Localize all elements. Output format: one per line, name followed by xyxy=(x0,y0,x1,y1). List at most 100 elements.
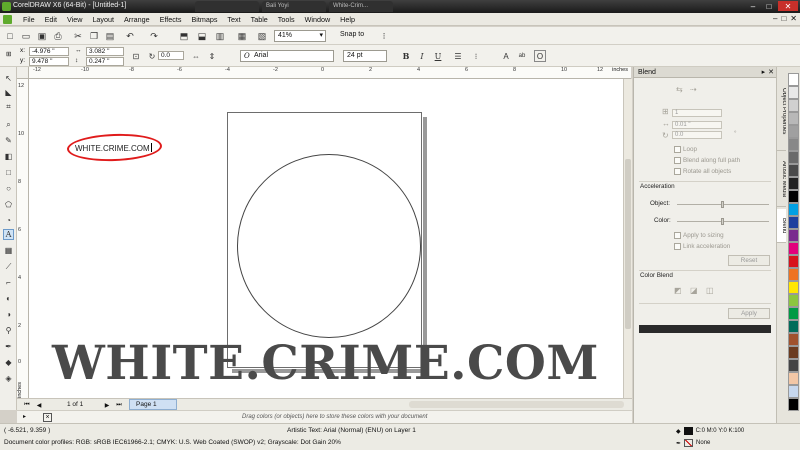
blend-spacing-mode-icon[interactable]: ⇢ xyxy=(690,85,697,94)
scrollbar-thumb[interactable] xyxy=(625,159,631,329)
outline-tool-icon[interactable]: ✒ xyxy=(3,341,14,352)
application-launcher-icon[interactable]: ▦ xyxy=(236,30,248,42)
menu-view[interactable]: View xyxy=(62,15,87,24)
docker-close-icon[interactable]: ✕ xyxy=(768,68,774,76)
smart-fill-icon[interactable]: ◧ xyxy=(3,151,14,162)
outline-indicator[interactable]: ✒ None xyxy=(676,439,710,447)
clockwise-blend-icon[interactable]: ◪ xyxy=(690,286,698,295)
new-icon[interactable]: □ xyxy=(4,30,16,42)
minimize-button[interactable]: – xyxy=(746,1,760,11)
shape-tool-icon[interactable]: ◣ xyxy=(3,87,14,98)
close-button[interactable]: ✕ xyxy=(778,1,798,11)
mirror-vertical-icon[interactable]: ⇕ xyxy=(206,50,218,62)
document-icon[interactable] xyxy=(3,15,12,24)
docker-expand-bar[interactable] xyxy=(639,325,771,333)
publish-pdf-icon[interactable]: ▥ xyxy=(214,30,226,42)
maximize-button[interactable]: □ xyxy=(762,1,776,11)
print-icon[interactable]: ⎙ xyxy=(52,30,64,42)
last-page-icon[interactable]: ⏭ xyxy=(115,401,123,409)
menu-table[interactable]: Table xyxy=(246,15,273,24)
palette-swatch[interactable] xyxy=(788,138,799,151)
rotation-field[interactable]: 0.0 xyxy=(158,51,184,60)
steps-field[interactable]: 1 xyxy=(672,109,722,117)
font-list-dropdown[interactable]: O Arial xyxy=(240,50,334,62)
doc-close-button[interactable]: ✕ xyxy=(790,14,797,23)
palette-swatch[interactable] xyxy=(788,372,799,385)
palette-swatch[interactable] xyxy=(788,203,799,216)
underline-icon[interactable]: U xyxy=(432,50,444,62)
palette-swatch[interactable] xyxy=(788,151,799,164)
link-acceleration-checkbox[interactable] xyxy=(674,243,681,250)
undo-icon[interactable]: ↶ xyxy=(124,30,136,42)
height-field[interactable]: 0.247 " xyxy=(86,57,124,66)
text-align-icon[interactable]: ☰ xyxy=(452,50,464,62)
eyedropper-tool-icon[interactable]: ⚲ xyxy=(3,325,14,336)
horizontal-ruler[interactable]: -12 -10 -8 -6 -4 -2 0 2 4 6 8 10 12 inch… xyxy=(29,67,631,79)
palette-swatch[interactable] xyxy=(788,229,799,242)
menu-tools[interactable]: Tools xyxy=(273,15,300,24)
next-page-icon[interactable]: ▶ xyxy=(103,401,111,409)
doc-restore-button[interactable]: □ xyxy=(781,14,786,23)
palette-swatch[interactable] xyxy=(788,112,799,125)
welcome-screen-icon[interactable]: ▧ xyxy=(256,30,268,42)
docker-collapse-icon[interactable]: ▸ xyxy=(762,68,766,76)
menu-text[interactable]: Text xyxy=(222,15,245,24)
palette-swatch[interactable] xyxy=(788,86,799,99)
palette-swatch[interactable] xyxy=(788,73,799,86)
menu-edit[interactable]: Edit xyxy=(40,15,62,24)
palette-swatch[interactable] xyxy=(788,359,799,372)
bullet-list-icon[interactable]: ⁝ xyxy=(470,50,482,62)
palette-swatch[interactable] xyxy=(788,385,799,398)
palette-options-icon[interactable]: ▸ xyxy=(23,413,26,420)
save-icon[interactable]: ▣ xyxy=(36,30,48,42)
doc-minimize-button[interactable]: – xyxy=(773,14,777,23)
snap-to-dropdown[interactable]: Snap to xyxy=(338,30,374,42)
palette-swatch[interactable] xyxy=(788,320,799,333)
blend-tool-icon[interactable]: ◐ xyxy=(3,293,14,304)
lock-ratio-icon[interactable]: ⊡ xyxy=(130,50,142,62)
palette-swatch[interactable] xyxy=(788,242,799,255)
menu-bitmaps[interactable]: Bitmaps xyxy=(186,15,222,24)
interactive-fill-icon[interactable]: ◈ xyxy=(3,373,14,384)
text-orientation-icon[interactable]: O xyxy=(534,50,546,62)
palette-swatch[interactable] xyxy=(788,99,799,112)
rectangle-tool-icon[interactable]: □ xyxy=(3,167,14,178)
palette-swatch[interactable] xyxy=(788,398,799,411)
loop-checkbox[interactable] xyxy=(674,146,681,153)
palette-swatch[interactable] xyxy=(788,333,799,346)
cut-icon[interactable]: ✂ xyxy=(72,30,84,42)
text-properties-icon[interactable]: A xyxy=(500,50,512,62)
palette-swatch[interactable] xyxy=(788,268,799,281)
menu-window[interactable]: Window xyxy=(300,15,336,24)
width-field[interactable]: 3.082 " xyxy=(86,47,124,56)
transparency-tool-icon[interactable]: ◑ xyxy=(3,309,14,320)
italic-icon[interactable]: I xyxy=(416,50,428,62)
slider-knob[interactable] xyxy=(721,218,724,225)
crop-tool-icon[interactable]: ⌗ xyxy=(3,101,14,112)
menu-arrange[interactable]: Arrange xyxy=(119,15,155,24)
freehand-tool-icon[interactable]: ✎ xyxy=(3,135,14,146)
palette-swatch[interactable] xyxy=(788,125,799,138)
connector-tool-icon[interactable]: ⌐ xyxy=(3,277,14,288)
object-acceleration-slider[interactable] xyxy=(677,201,769,208)
palette-swatch[interactable] xyxy=(788,216,799,229)
direct-blend-icon[interactable]: ◩ xyxy=(674,286,682,295)
palette-swatch[interactable] xyxy=(788,164,799,177)
ellipse-tool-icon[interactable]: ○ xyxy=(3,183,14,194)
copy-icon[interactable]: ❐ xyxy=(88,30,100,42)
menu-help[interactable]: Help xyxy=(335,15,360,24)
text-tool-icon[interactable]: A xyxy=(3,229,14,240)
open-icon[interactable]: ▭ xyxy=(20,30,32,42)
paste-icon[interactable]: ▤ xyxy=(104,30,116,42)
ruler-origin[interactable] xyxy=(17,67,29,79)
palette-swatch[interactable] xyxy=(788,190,799,203)
slider-knob[interactable] xyxy=(721,201,724,208)
menu-file[interactable]: File xyxy=(18,15,40,24)
polygon-tool-icon[interactable]: ⬠ xyxy=(3,199,14,210)
x-position-field[interactable]: -4.976 " xyxy=(29,47,69,56)
previous-page-icon[interactable]: ◀ xyxy=(35,401,43,409)
zoom-level-dropdown[interactable]: 41% xyxy=(274,30,326,42)
horizontal-scrollbar[interactable] xyxy=(409,401,624,408)
page-tab[interactable]: Page 1 xyxy=(129,399,177,410)
rotate-all-checkbox[interactable] xyxy=(674,168,681,175)
